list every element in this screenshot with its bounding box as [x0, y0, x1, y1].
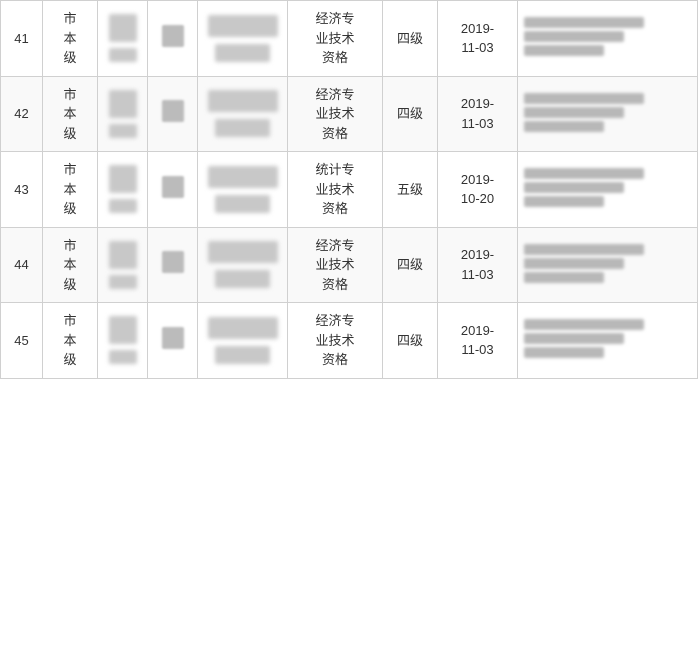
qualification-type: 经济专业技术资格: [288, 227, 383, 303]
table-row: 41市本级 经济专业技术资格四级2019-11-03: [1, 1, 698, 77]
main-table: 41市本级 经济专业技术资格四级2019-11-03 42市本级 经济专业技术资…: [0, 0, 698, 379]
row-index: 42: [1, 76, 43, 152]
admin-level: 市本级: [43, 303, 98, 379]
icon-col: [148, 76, 198, 152]
action-icon[interactable]: [162, 25, 184, 47]
id-col: [198, 152, 288, 228]
org-info: [518, 303, 698, 379]
id-col: [198, 227, 288, 303]
issue-date: 2019-11-03: [438, 1, 518, 77]
org-info: [518, 1, 698, 77]
admin-level: 市本级: [43, 152, 98, 228]
photo-col: [98, 76, 148, 152]
photo-col: [98, 303, 148, 379]
row-index: 45: [1, 303, 43, 379]
org-info: [518, 227, 698, 303]
grade-level: 四级: [383, 76, 438, 152]
icon-col: [148, 227, 198, 303]
icon-col: [148, 303, 198, 379]
qualification-type: 统计专业技术资格: [288, 152, 383, 228]
icon-col: [148, 152, 198, 228]
org-info: [518, 76, 698, 152]
table-row: 43市本级 统计专业技术资格五级2019-10-20: [1, 152, 698, 228]
grade-level: 四级: [383, 303, 438, 379]
row-index: 41: [1, 1, 43, 77]
qualification-type: 经济专业技术资格: [288, 303, 383, 379]
id-col: [198, 303, 288, 379]
grade-level: 四级: [383, 1, 438, 77]
id-col: [198, 1, 288, 77]
grade-level: 四级: [383, 227, 438, 303]
org-info: [518, 152, 698, 228]
qualification-type: 经济专业技术资格: [288, 1, 383, 77]
photo-col: [98, 1, 148, 77]
issue-date: 2019-11-03: [438, 227, 518, 303]
photo-col: [98, 152, 148, 228]
issue-date: 2019-11-03: [438, 303, 518, 379]
action-icon[interactable]: [162, 251, 184, 273]
table-row: 45市本级 经济专业技术资格四级2019-11-03: [1, 303, 698, 379]
table-row: 44市本级 经济专业技术资格四级2019-11-03: [1, 227, 698, 303]
table-row: 42市本级 经济专业技术资格四级2019-11-03: [1, 76, 698, 152]
issue-date: 2019-10-20: [438, 152, 518, 228]
admin-level: 市本级: [43, 76, 98, 152]
admin-level: 市本级: [43, 227, 98, 303]
photo-col: [98, 227, 148, 303]
qualification-type: 经济专业技术资格: [288, 76, 383, 152]
admin-level: 市本级: [43, 1, 98, 77]
icon-col: [148, 1, 198, 77]
row-index: 43: [1, 152, 43, 228]
action-icon[interactable]: [162, 327, 184, 349]
grade-level: 五级: [383, 152, 438, 228]
issue-date: 2019-11-03: [438, 76, 518, 152]
action-icon[interactable]: [162, 176, 184, 198]
row-index: 44: [1, 227, 43, 303]
action-icon[interactable]: [162, 100, 184, 122]
id-col: [198, 76, 288, 152]
